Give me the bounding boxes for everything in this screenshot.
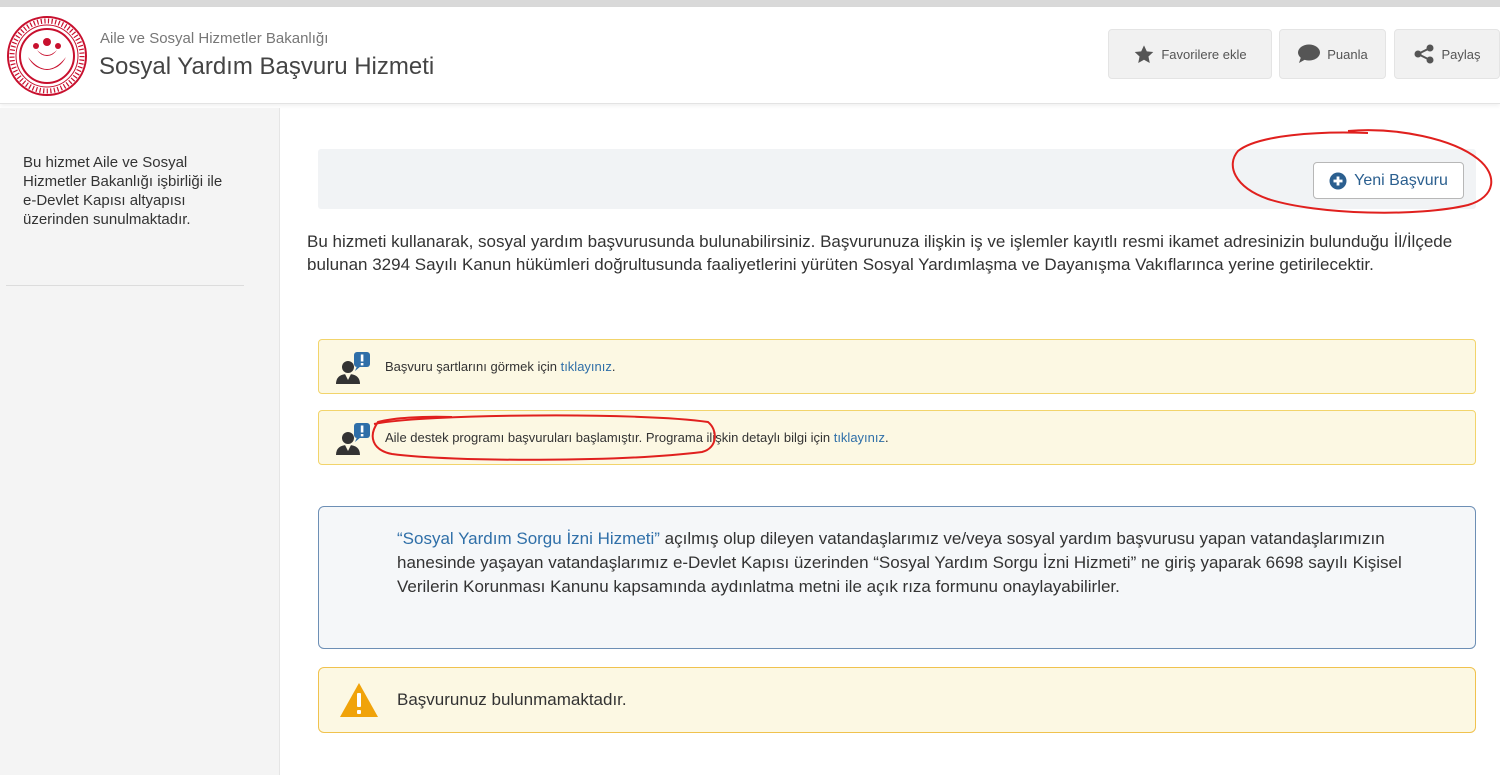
query-permission-service-name: “Sosyal Yardım Sorgu İzni Hizmeti” bbox=[397, 529, 660, 548]
requirements-notice: Başvuru şartlarını görmek için tıklayını… bbox=[318, 339, 1476, 394]
rate-button[interactable]: Puanla bbox=[1279, 29, 1386, 79]
sidebar-info-text: Bu hizmet Aile ve Sosyal Hizmetler Bakan… bbox=[23, 154, 223, 228]
query-permission-info-box: “Sosyal Yardım Sorgu İzni Hizmeti” açılm… bbox=[318, 506, 1476, 649]
no-application-text: Başvurunuz bulunmamaktadır. bbox=[397, 690, 627, 709]
sidebar: Bu hizmet Aile ve Sosyal Hizmetler Bakan… bbox=[0, 108, 280, 775]
service-title: Sosyal Yardım Başvuru Hizmeti bbox=[99, 53, 435, 80]
user-alert-icon bbox=[336, 351, 370, 384]
ministry-name: Aile ve Sosyal Hizmetler Bakanlığı bbox=[100, 30, 329, 47]
sidebar-divider bbox=[6, 285, 244, 286]
star-icon bbox=[1135, 44, 1154, 63]
speech-bubble-icon bbox=[1298, 44, 1321, 63]
add-favorite-button[interactable]: Favorilere ekle bbox=[1108, 29, 1272, 79]
requirements-link[interactable]: tıklayınız bbox=[561, 359, 612, 374]
family-support-highlight: Aile destek programı başvuruları başlamı… bbox=[385, 430, 643, 445]
requirements-notice-text: Başvuru şartlarını görmek için bbox=[385, 359, 561, 374]
plus-circle-icon bbox=[1329, 172, 1347, 189]
add-favorite-label: Favorilere ekle bbox=[1161, 46, 1247, 62]
share-icon bbox=[1414, 44, 1434, 64]
top-strip bbox=[0, 0, 1500, 7]
warning-triangle-icon bbox=[340, 683, 378, 717]
new-application-label: Yeni Başvuru bbox=[1354, 171, 1448, 189]
ministry-logo[interactable] bbox=[6, 15, 88, 97]
action-bar: Yeni Başvuru bbox=[318, 149, 1476, 209]
family-support-notice-text: Programa ilişkin detaylı bilgi için bbox=[642, 430, 834, 445]
requirements-notice-suffix: . bbox=[611, 359, 616, 374]
page-header: Aile ve Sosyal Hizmetler Bakanlığı Sosya… bbox=[0, 7, 1500, 104]
user-alert-icon bbox=[336, 422, 370, 455]
no-application-warning: Başvurunuz bulunmamaktadır. bbox=[318, 667, 1476, 733]
share-button[interactable]: Paylaş bbox=[1394, 29, 1500, 79]
rate-label: Puanla bbox=[1327, 46, 1368, 62]
family-support-notice: Aile destek programı başvuruları başlamı… bbox=[318, 410, 1476, 465]
family-support-notice-suffix: . bbox=[885, 430, 889, 445]
service-description: Bu hizmeti kullanarak, sosyal yardım baş… bbox=[307, 232, 1453, 274]
new-application-button[interactable]: Yeni Başvuru bbox=[1313, 162, 1464, 199]
share-label: Paylaş bbox=[1441, 46, 1481, 62]
family-support-link[interactable]: tıklayınız bbox=[834, 430, 885, 445]
